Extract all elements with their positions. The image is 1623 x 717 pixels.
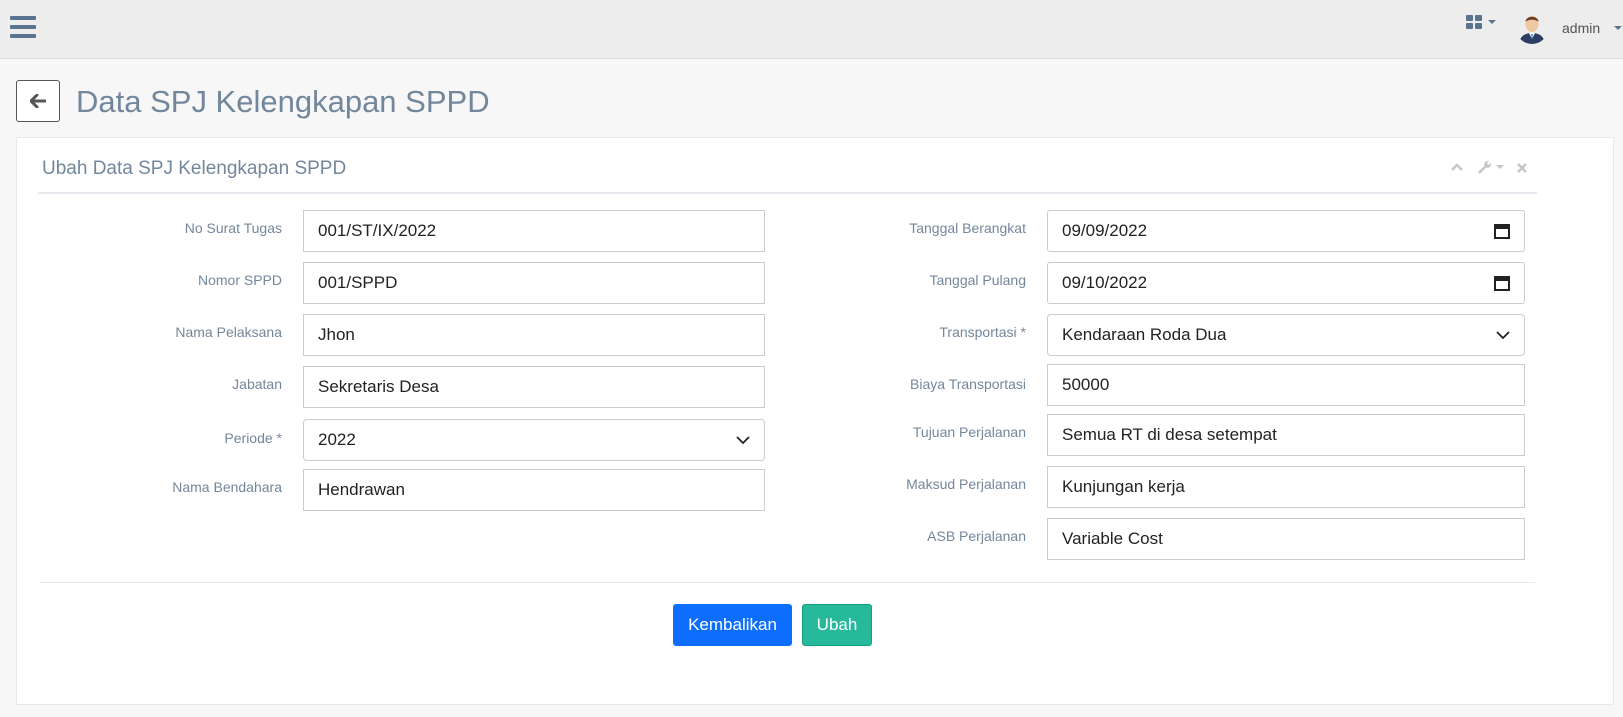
form-divider bbox=[39, 582, 1535, 583]
tanggal-pulang-input[interactable]: 09/10/2022 bbox=[1047, 262, 1525, 304]
tujuan-perjalanan-value: Semua RT di desa setempat bbox=[1062, 425, 1277, 444]
user-name[interactable]: admin bbox=[1562, 20, 1600, 36]
nama-bendahara-input[interactable]: Hendrawan bbox=[303, 469, 765, 511]
nomor-sppd-value: 001/SPPD bbox=[318, 273, 398, 292]
panel-title: Ubah Data SPJ Kelengkapan SPPD bbox=[42, 158, 347, 179]
grid-icon[interactable] bbox=[1466, 15, 1482, 29]
biaya-transportasi-value: 50000 bbox=[1062, 375, 1110, 394]
close-icon[interactable] bbox=[1516, 161, 1528, 175]
panel-divider bbox=[38, 192, 1537, 194]
tanggal-berangkat-value: 09/09/2022 bbox=[1062, 221, 1148, 240]
label-tanggal-pulang: Tanggal Pulang bbox=[929, 272, 1026, 288]
no-surat-tugas-input[interactable]: 001/ST/IX/2022 bbox=[303, 210, 765, 252]
label-nomor-sppd: Nomor SPPD bbox=[197, 272, 282, 288]
nomor-sppd-input[interactable]: 001/SPPD bbox=[303, 262, 765, 304]
back-button[interactable] bbox=[16, 80, 60, 122]
nama-pelaksana-input[interactable]: Jhon bbox=[303, 314, 765, 356]
label-no-surat-tugas: No Surat Tugas bbox=[184, 220, 282, 236]
nama-pelaksana-value: Jhon bbox=[318, 325, 355, 344]
tanggal-berangkat-input[interactable]: 09/09/2022 bbox=[1047, 210, 1525, 252]
label-nama-bendahara: Nama Bendahara bbox=[172, 479, 282, 495]
label-periode: Periode * bbox=[224, 430, 282, 446]
biaya-transportasi-input[interactable]: 50000 bbox=[1047, 364, 1525, 406]
chevron-down-icon[interactable] bbox=[1614, 26, 1622, 30]
nama-bendahara-value: Hendrawan bbox=[318, 480, 405, 499]
chevron-down-icon bbox=[736, 436, 750, 445]
asb-perjalanan-value: Variable Cost bbox=[1062, 529, 1163, 548]
calendar-icon[interactable] bbox=[1494, 223, 1510, 239]
page-title: Data SPJ Kelengkapan SPPD bbox=[76, 84, 490, 119]
label-nama-pelaksana: Nama Pelaksana bbox=[175, 324, 282, 340]
wrench-icon[interactable] bbox=[1477, 160, 1493, 174]
chevron-up-icon[interactable] bbox=[1450, 160, 1464, 174]
arrow-left-icon bbox=[30, 94, 46, 108]
periode-value: 2022 bbox=[318, 430, 356, 449]
label-biaya-transportasi: Biaya Transportasi bbox=[910, 376, 1026, 392]
transportasi-value: Kendaraan Roda Dua bbox=[1062, 325, 1227, 344]
asb-perjalanan-input[interactable]: Variable Cost bbox=[1047, 518, 1525, 560]
maksud-perjalanan-input[interactable]: Kunjungan kerja bbox=[1047, 466, 1525, 508]
tujuan-perjalanan-input[interactable]: Semua RT di desa setempat bbox=[1047, 414, 1525, 456]
no-surat-tugas-value: 001/ST/IX/2022 bbox=[318, 221, 437, 240]
ubah-button[interactable]: Ubah bbox=[802, 604, 872, 646]
avatar[interactable] bbox=[1516, 12, 1548, 44]
label-maksud-perjalanan: Maksud Perjalanan bbox=[906, 476, 1026, 492]
chevron-down-icon[interactable] bbox=[1488, 20, 1496, 24]
periode-select[interactable]: 2022 bbox=[303, 419, 765, 461]
tanggal-pulang-value: 09/10/2022 bbox=[1062, 273, 1148, 292]
chevron-down-icon bbox=[1496, 331, 1510, 340]
kembalikan-button[interactable]: Kembalikan bbox=[673, 604, 792, 646]
hamburger-icon[interactable] bbox=[10, 16, 36, 40]
jabatan-value: Sekretaris Desa bbox=[318, 377, 439, 396]
label-jabatan: Jabatan bbox=[232, 376, 282, 392]
label-transportasi: Transportasi * bbox=[939, 324, 1026, 340]
form-panel: Ubah Data SPJ Kelengkapan SPPD No Surat … bbox=[16, 137, 1614, 705]
maksud-perjalanan-value: Kunjungan kerja bbox=[1062, 477, 1185, 496]
label-tanggal-berangkat: Tanggal Berangkat bbox=[909, 220, 1026, 236]
jabatan-input[interactable]: Sekretaris Desa bbox=[303, 366, 765, 408]
top-nav: admin bbox=[0, 0, 1623, 59]
calendar-icon[interactable] bbox=[1494, 275, 1510, 291]
transportasi-select[interactable]: Kendaraan Roda Dua bbox=[1047, 314, 1525, 356]
label-asb-perjalanan: ASB Perjalanan bbox=[927, 528, 1026, 544]
label-tujuan-perjalanan: Tujuan Perjalanan bbox=[912, 424, 1026, 440]
chevron-down-icon[interactable] bbox=[1496, 165, 1504, 179]
